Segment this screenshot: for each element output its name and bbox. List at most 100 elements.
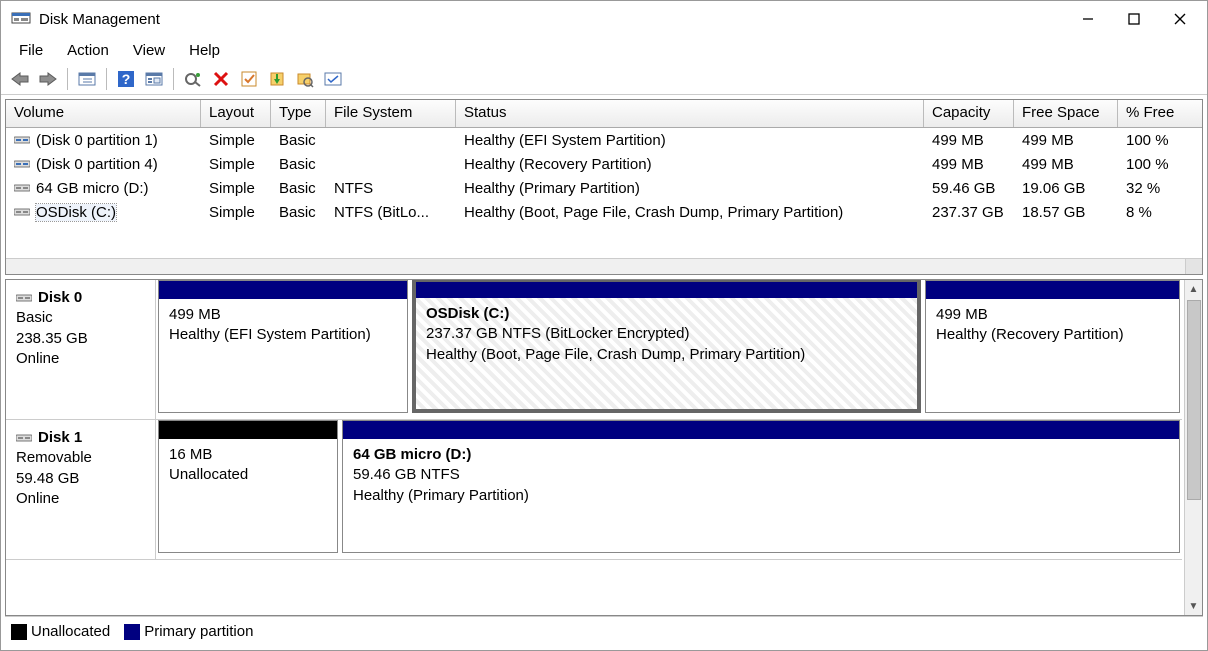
partition[interactable]: OSDisk (C:)237.37 GB NTFS (BitLocker Enc…	[412, 280, 921, 413]
volume-list-header: Volume Layout Type File System Status Ca…	[6, 100, 1202, 128]
partition-color-bar	[926, 281, 1179, 299]
volume-free: 19.06 GB	[1014, 178, 1118, 199]
refresh-button[interactable]	[180, 66, 206, 92]
partition[interactable]: 64 GB micro (D:)59.46 GB NTFSHealthy (Pr…	[342, 420, 1180, 553]
col-volume[interactable]: Volume	[6, 100, 201, 127]
partition-unallocated[interactable]: 16 MBUnallocated	[158, 420, 338, 553]
partition-line2: Healthy (Recovery Partition)	[936, 325, 1169, 345]
volume-capacity: 59.46 GB	[924, 178, 1014, 199]
toolbar: ?	[1, 63, 1207, 95]
settings-list-button[interactable]	[141, 66, 167, 92]
app-icon	[11, 10, 31, 28]
partition-line2: Healthy (Boot, Page File, Crash Dump, Pr…	[426, 345, 907, 365]
disk-state: Online	[16, 489, 145, 509]
volume-name: OSDisk (C:)	[36, 204, 116, 221]
volume-status: Healthy (Boot, Page File, Crash Dump, Pr…	[456, 202, 924, 223]
show-hide-console-tree-button[interactable]	[74, 66, 100, 92]
menu-file[interactable]: File	[7, 40, 55, 61]
volume-name: (Disk 0 partition 4)	[36, 156, 158, 173]
scroll-thumb[interactable]	[1187, 300, 1201, 500]
volume-fs	[326, 162, 456, 166]
partition-title: OSDisk (C:)	[426, 304, 907, 324]
col-status[interactable]: Status	[456, 100, 924, 127]
partition-line2: Unallocated	[169, 465, 327, 485]
partition-line2: Healthy (EFI System Partition)	[169, 325, 397, 345]
disk-name: Disk 1	[38, 428, 82, 448]
partition-title: 64 GB micro (D:)	[353, 445, 1169, 465]
window-title: Disk Management	[39, 11, 160, 28]
disk-state: Online	[16, 349, 145, 369]
partition-color-bar	[159, 421, 337, 439]
disk-row: Disk 1Removable59.48 GBOnline16 MBUnallo…	[6, 420, 1182, 560]
disk-kind: Removable	[16, 448, 145, 468]
volume-pctfree: 32 %	[1118, 178, 1184, 199]
volume-layout: Simple	[201, 154, 271, 175]
svg-text:?: ?	[122, 71, 131, 87]
volume-list-body: (Disk 0 partition 1)SimpleBasicHealthy (…	[6, 128, 1202, 258]
volume-free: 499 MB	[1014, 154, 1118, 175]
partition-line1: 499 MB	[169, 305, 397, 325]
disk-size: 59.48 GB	[16, 469, 145, 489]
explore-button[interactable]	[292, 66, 318, 92]
legend-label-primary: Primary partition	[144, 623, 253, 640]
partition-line1: 499 MB	[936, 305, 1169, 325]
col-filesystem[interactable]: File System	[326, 100, 456, 127]
partition-color-bar	[343, 421, 1179, 439]
disk-row: Disk 0Basic238.35 GBOnline499 MBHealthy …	[6, 280, 1182, 420]
horizontal-scrollbar[interactable]	[6, 258, 1202, 274]
col-type[interactable]: Type	[271, 100, 326, 127]
menu-view[interactable]: View	[121, 40, 177, 61]
volume-fs	[326, 138, 456, 142]
partition-color-bar	[159, 281, 407, 299]
volume-row[interactable]: 64 GB micro (D:)SimpleBasicNTFSHealthy (…	[6, 176, 1202, 200]
menu-action[interactable]: Action	[55, 40, 121, 61]
forward-button[interactable]	[35, 66, 61, 92]
volume-type: Basic	[271, 130, 326, 151]
col-freespace[interactable]: Free Space	[1014, 100, 1118, 127]
volume-status: Healthy (Recovery Partition)	[456, 154, 924, 175]
disk-name: Disk 0	[38, 288, 82, 308]
scroll-down-icon[interactable]: ▼	[1189, 597, 1199, 615]
close-button[interactable]	[1157, 3, 1203, 35]
volume-name: (Disk 0 partition 1)	[36, 132, 158, 149]
maximize-button[interactable]	[1111, 3, 1157, 35]
properties-button[interactable]	[236, 66, 262, 92]
options-button[interactable]	[320, 66, 346, 92]
partition-line2: Healthy (Primary Partition)	[353, 486, 1169, 506]
legend-label-unallocated: Unallocated	[31, 623, 110, 640]
vertical-scrollbar[interactable]: ▲ ▼	[1184, 280, 1202, 615]
new-button[interactable]	[264, 66, 290, 92]
volume-layout: Simple	[201, 130, 271, 151]
volume-row[interactable]: (Disk 0 partition 4) SimpleBasic Healthy (…	[6, 152, 1202, 176]
partition[interactable]: 499 MBHealthy (EFI System Partition)	[158, 280, 408, 413]
volume-name: 64 GB micro (D:)	[36, 180, 149, 197]
volume-layout: Simple	[201, 202, 271, 223]
minimize-button[interactable]	[1065, 3, 1111, 35]
col-layout[interactable]: Layout	[201, 100, 271, 127]
volume-fs: NTFS (BitLo...	[326, 202, 456, 223]
volume-pctfree: 8 %	[1118, 202, 1184, 223]
disk-label[interactable]: Disk 0Basic238.35 GBOnline	[6, 280, 156, 419]
volume-status: Healthy (EFI System Partition)	[456, 130, 924, 151]
volume-pctfree: 100 %	[1118, 154, 1184, 175]
partition-line1: 59.46 GB NTFS	[353, 465, 1169, 485]
disk-graphical-pane: Disk 0Basic238.35 GBOnline499 MBHealthy …	[5, 279, 1203, 616]
col-pctfree[interactable]: % Free	[1118, 100, 1184, 127]
title-bar: Disk Management	[1, 1, 1207, 37]
delete-button[interactable]	[208, 66, 234, 92]
volume-status: Healthy (Primary Partition)	[456, 178, 924, 199]
col-capacity[interactable]: Capacity	[924, 100, 1014, 127]
volume-row[interactable]: (Disk 0 partition 1) SimpleBasic Healthy (…	[6, 128, 1202, 152]
back-button[interactable]	[7, 66, 33, 92]
volume-type: Basic	[271, 154, 326, 175]
partition-line1: 237.37 GB NTFS (BitLocker Encrypted)	[426, 324, 907, 344]
menu-bar: File Action View Help	[1, 37, 1207, 63]
scroll-up-icon[interactable]: ▲	[1189, 280, 1199, 298]
menu-help[interactable]: Help	[177, 40, 232, 61]
partition[interactable]: 499 MBHealthy (Recovery Partition)	[925, 280, 1180, 413]
help-button[interactable]: ?	[113, 66, 139, 92]
volume-free: 499 MB	[1014, 130, 1118, 151]
volume-capacity: 237.37 GB	[924, 202, 1014, 223]
disk-label[interactable]: Disk 1Removable59.48 GBOnline	[6, 420, 156, 559]
volume-row[interactable]: OSDisk (C:)SimpleBasicNTFS (BitLo...Heal…	[6, 200, 1202, 224]
